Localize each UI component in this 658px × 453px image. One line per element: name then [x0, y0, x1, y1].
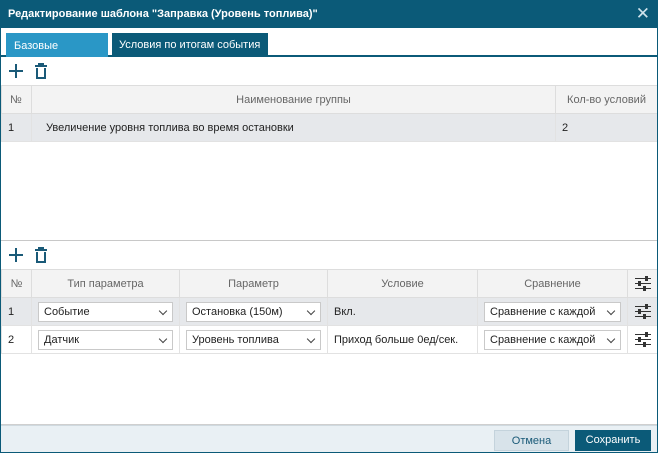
tab-event-result-conditions[interactable]: Условия по итогам события [112, 33, 268, 57]
dialog-titlebar: Редактирование шаблона "Заправка (Уровен… [1, 1, 657, 28]
dialog-title: Редактирование шаблона "Заправка (Уровен… [8, 8, 318, 20]
groups-toolbar [1, 59, 657, 85]
comparison-select[interactable]: Сравнение с каждой [484, 329, 621, 350]
cancel-button[interactable]: Отмена [494, 430, 569, 451]
col-header-comparison[interactable]: Сравнение [477, 269, 628, 298]
conditions-table: № Тип параметра Параметр Условие Сравнен… [1, 269, 657, 354]
condition-value: Приход больше 0ед/сек. [327, 325, 478, 354]
delete-group-icon[interactable] [33, 62, 51, 82]
chevron-down-icon [306, 334, 316, 343]
groups-table: № Наименование группы Кол-во условий 1 У… [1, 85, 657, 142]
edit-template-dialog: Редактирование шаблона "Заправка (Уровен… [0, 0, 658, 453]
save-button[interactable]: Сохранить [575, 430, 651, 451]
chevron-down-icon [606, 306, 616, 315]
tab-bar: Базовые условия Условия по итогам событи… [1, 28, 657, 76]
group-name: Увеличение уровня топлива во время остан… [31, 113, 556, 142]
col-header-conditions-count[interactable]: Кол-во условий [555, 85, 657, 114]
conditions-count: 2 [555, 113, 657, 142]
row-number: 1 [1, 297, 32, 326]
col-header-condition[interactable]: Условие [327, 269, 478, 298]
col-header-param-type[interactable]: Тип параметра [31, 269, 180, 298]
param-type-select[interactable]: Датчик [38, 329, 173, 350]
close-icon[interactable]: ✕ [636, 4, 650, 24]
columns-settings-icon[interactable] [627, 269, 657, 298]
chevron-down-icon [158, 306, 168, 315]
col-header-group-name[interactable]: Наименование группы [31, 85, 556, 114]
table-row[interactable]: 2 Датчик Уровень топлива Приход больше 0… [1, 325, 657, 354]
row-number: 1 [1, 113, 32, 142]
col-header-param[interactable]: Параметр [179, 269, 328, 298]
conditions-toolbar [1, 243, 657, 269]
delete-condition-icon[interactable] [33, 246, 51, 266]
param-select[interactable]: Уровень топлива [186, 329, 321, 350]
col-header-number[interactable]: № [1, 269, 32, 298]
row-number: 2 [1, 325, 32, 354]
chevron-down-icon [606, 334, 616, 343]
chevron-down-icon [306, 306, 316, 315]
table-row[interactable]: 1 Событие Остановка (150м) Вкл. Сравнени… [1, 297, 657, 326]
comparison-select[interactable]: Сравнение с каждой [484, 301, 621, 322]
col-header-number[interactable]: № [1, 85, 32, 114]
dialog-footer: Отмена Сохранить [1, 425, 657, 452]
chevron-down-icon [158, 334, 168, 343]
add-group-icon[interactable] [7, 62, 25, 82]
row-settings-icon[interactable] [634, 303, 651, 319]
table-row[interactable]: 1 Увеличение уровня топлива во время ост… [1, 113, 657, 142]
param-type-select[interactable]: Событие [38, 301, 173, 322]
tab-base-conditions[interactable]: Базовые условия [6, 33, 108, 76]
condition-value: Вкл. [327, 297, 478, 326]
add-condition-icon[interactable] [7, 246, 25, 266]
param-select[interactable]: Остановка (150м) [186, 301, 321, 322]
row-settings-icon[interactable] [634, 331, 651, 347]
